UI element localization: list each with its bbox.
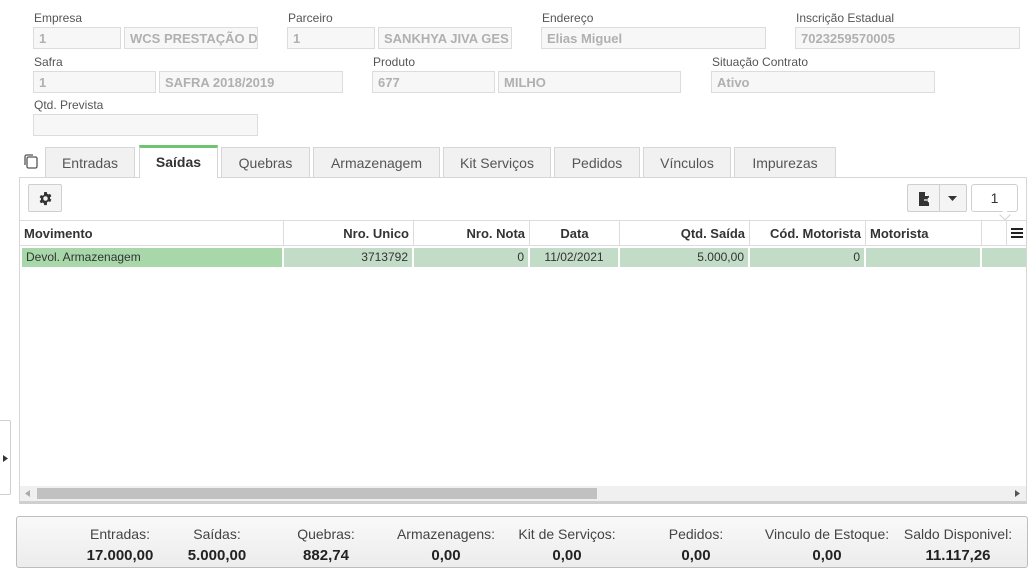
export-file-icon — [919, 192, 931, 206]
horizontal-scrollbar[interactable] — [20, 486, 1026, 501]
tab-impurezas[interactable]: Impurezas — [734, 147, 836, 177]
column-motorista[interactable]: Motorista — [866, 221, 982, 246]
cell-filler — [982, 248, 1026, 267]
cell-qtd-saida: 5.000,00 — [620, 248, 750, 267]
tab-armazenagem[interactable]: Armazenagem — [313, 147, 440, 177]
caret-down-icon — [948, 196, 957, 201]
safra-label: Safra — [34, 55, 63, 69]
produto-name-field[interactable]: MILHO — [498, 71, 681, 93]
total-quebras: Quebras: 882,74 — [297, 526, 355, 564]
parceiro-label: Parceiro — [288, 11, 333, 25]
settings-button[interactable] — [28, 184, 62, 212]
total-entradas: Entradas: 17.000,00 — [86, 526, 154, 564]
export-dropdown-button[interactable] — [907, 184, 967, 212]
cell-motorista — [866, 248, 982, 267]
empresa-code-field[interactable]: 1 — [33, 27, 121, 49]
column-nro-unico[interactable]: Nro. Unico — [284, 221, 414, 246]
safra-name-field[interactable]: SAFRA 2018/2019 — [159, 71, 343, 93]
total-saldo-disponivel: Saldo Disponivel: 11.117,26 — [903, 526, 1013, 564]
total-vinculo-estoque: Vinculo de Estoque: 0,00 — [764, 526, 890, 564]
tab-quebras[interactable]: Quebras — [221, 147, 310, 177]
parceiro-code-field[interactable]: 1 — [287, 27, 375, 49]
column-data[interactable]: Data — [530, 221, 620, 246]
column-nro-nota[interactable]: Nro. Nota — [414, 221, 530, 246]
tab-kit-servicos[interactable]: Kit Serviços — [443, 147, 551, 177]
inscricao-label: Inscrição Estadual — [796, 11, 895, 25]
qtd-prevista-field[interactable] — [33, 114, 258, 136]
safra-code-field[interactable]: 1 — [33, 71, 156, 93]
gear-icon — [39, 191, 52, 206]
scroll-left-icon[interactable] — [25, 490, 30, 497]
qtd-prevista-label: Qtd. Prevista — [34, 98, 104, 112]
totals-bar: Entradas: 17.000,00 Saídas: 5.000,00 Quebr… — [16, 516, 1028, 568]
tab-pedidos[interactable]: Pedidos — [554, 147, 640, 177]
column-menu-button[interactable] — [1006, 221, 1026, 246]
expand-arrow-icon — [3, 455, 8, 462]
tab-panel: 1 Movimento Nro. Unico Nro. Nota Data Qt… — [19, 177, 1027, 504]
empresa-label: Empresa — [34, 11, 83, 25]
column-qtd-saida[interactable]: Qtd. Saída — [620, 221, 750, 246]
inscricao-field[interactable]: 7023259570005 — [795, 27, 1020, 49]
cell-movimento: Devol. Armazenagem — [22, 248, 284, 267]
cell-cod-motorista: 0 — [750, 248, 866, 267]
copy-icon[interactable] — [22, 153, 40, 171]
column-movimento[interactable]: Movimento — [20, 221, 284, 246]
tab-vinculos[interactable]: Vínculos — [643, 147, 731, 177]
column-menu-icon — [1011, 228, 1023, 238]
page-number-field[interactable]: 1 — [971, 184, 1018, 212]
grid-header: Movimento Nro. Unico Nro. Nota Data Qtd.… — [20, 220, 1026, 246]
side-panel-toggle[interactable] — [0, 420, 11, 495]
total-saidas: Saídas: 5.000,00 — [187, 526, 247, 564]
cell-nro-unico: 3713792 — [284, 248, 414, 267]
empresa-name-field[interactable]: WCS PRESTAÇÃO D — [124, 27, 258, 49]
total-pedidos: Pedidos: 0,00 — [668, 526, 724, 564]
situacao-label: Situação Contrato — [712, 55, 809, 69]
total-kit-servicos: Kit de Serviços: 0,00 — [518, 526, 616, 564]
endereco-field[interactable]: Elias Miguel — [541, 27, 766, 49]
table-row[interactable]: Devol. Armazenagem 3713792 0 11/02/2021 … — [22, 248, 1026, 267]
cell-nro-nota: 0 — [414, 248, 530, 267]
tab-entradas[interactable]: Entradas — [45, 147, 135, 177]
scrollbar-thumb[interactable] — [37, 488, 597, 499]
scroll-right-icon[interactable] — [1015, 490, 1020, 497]
endereco-label: Endereço — [542, 11, 594, 25]
situacao-field[interactable]: Ativo — [711, 71, 935, 93]
tab-saidas[interactable]: Saídas — [139, 145, 218, 178]
produto-label: Produto — [373, 55, 416, 69]
produto-code-field[interactable]: 677 — [372, 71, 495, 93]
column-cod-motorista[interactable]: Cód. Motorista — [750, 221, 866, 246]
parceiro-name-field[interactable]: SANKHYA JIVA GES — [378, 27, 512, 49]
cell-data: 11/02/2021 — [530, 248, 620, 267]
total-armazenagens: Armazenagens: 0,00 — [396, 526, 496, 564]
